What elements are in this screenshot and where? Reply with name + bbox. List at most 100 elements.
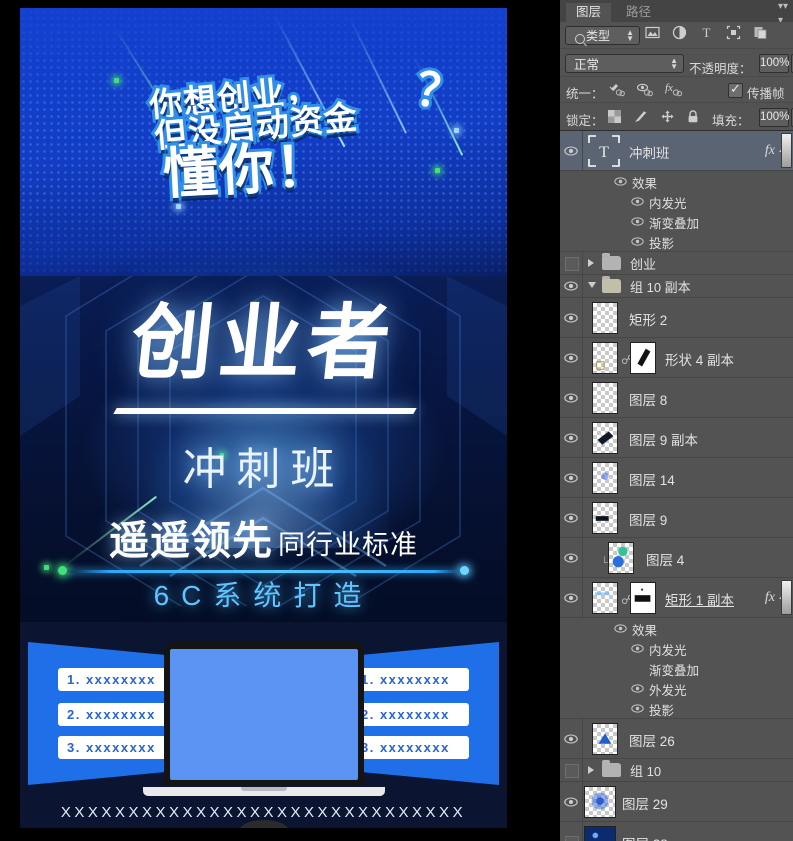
eye-icon[interactable] (564, 512, 578, 523)
layer-row-tuceng8[interactable]: 图层 8 (560, 378, 793, 418)
type-filter-icon[interactable]: T (699, 25, 714, 40)
effect-row-drop-shadow[interactable]: 投影 (560, 231, 793, 252)
layer-row-juxing2[interactable]: 矩形 2 (560, 298, 793, 338)
effect-row-inner-glow-2[interactable]: 内发光 (560, 638, 793, 658)
eye-icon[interactable] (631, 237, 644, 246)
visibility-cell[interactable] (560, 418, 583, 457)
lock-transparency-icon[interactable] (608, 110, 621, 126)
shape-filter-icon[interactable] (726, 25, 741, 40)
layer-row-juxing1-fuben[interactable]: ☍ 矩形 1 副本 fx (560, 578, 793, 618)
visibility-cell[interactable] (560, 458, 583, 497)
eye-icon[interactable] (564, 281, 578, 291)
layer-row-tuceng14[interactable]: 图层 14 (560, 458, 793, 498)
effect-row-inner-glow[interactable]: 内发光 (560, 191, 793, 211)
layer-thumbnail (592, 381, 618, 414)
unify-position-icon[interactable] (608, 82, 625, 100)
effect-row-gradient-overlay-2[interactable]: 渐变叠加 (560, 658, 793, 678)
eye-icon[interactable] (631, 197, 644, 206)
layer-row-chongcibon[interactable]: T 冲刺班 fx (560, 131, 793, 171)
poster-lead-second: 6C系统打造 (153, 580, 374, 611)
lock-position-icon[interactable] (661, 110, 674, 126)
fill-label: 填充： (712, 114, 750, 128)
layer-row-tuceng29[interactable]: 图层 29 (560, 782, 793, 822)
smartobject-filter-icon[interactable] (753, 25, 768, 40)
tab-paths[interactable]: 路径 (616, 3, 661, 22)
eye-icon[interactable] (564, 472, 578, 483)
eye-icon[interactable] (631, 644, 644, 653)
visibility-cell[interactable] (560, 498, 583, 537)
eye-icon[interactable] (564, 312, 578, 323)
visibility-cell[interactable] (560, 538, 583, 577)
effect-row-outer-glow[interactable]: 外发光 (560, 678, 793, 698)
effects-label: 效果 (632, 624, 658, 638)
eye-icon[interactable] (614, 177, 627, 186)
layer-row-group-zu10[interactable]: 组 10 (560, 759, 793, 782)
unify-visibility-icon[interactable] (636, 82, 653, 100)
effects-header-row[interactable]: 效果 (560, 171, 793, 191)
eye-icon[interactable] (564, 352, 578, 363)
blend-mode-select[interactable]: 正常 ▲ ▼ (565, 54, 684, 73)
layer-list-scrollbar-thumb[interactable] (781, 133, 792, 168)
layer-row-tuceng4[interactable]: ∟ 图层 4 (560, 538, 793, 578)
layer-row-tuceng9-fuben[interactable]: 图层 9 副本 (560, 418, 793, 458)
eye-off-icon[interactable] (565, 764, 579, 778)
eye-off-icon[interactable] (565, 835, 579, 841)
layer-row-tuceng26[interactable]: 图层 26 (560, 719, 793, 759)
effects-header-row[interactable]: 效果 (560, 618, 793, 638)
eye-icon[interactable] (564, 796, 578, 807)
visibility-cell[interactable] (560, 298, 583, 337)
tab-layers[interactable]: 图层 (566, 3, 612, 22)
filter-type-select[interactable]: 类型 ▲ ▼ (565, 26, 640, 45)
effect-row-gradient-overlay[interactable]: 渐变叠加 (560, 211, 793, 231)
layer-row-group-zu10-fuben[interactable]: 组 10 副本 (560, 275, 793, 298)
layer-row-group-chuangye[interactable]: 创业 (560, 252, 793, 275)
visibility-cell[interactable] (560, 782, 583, 821)
layer-row-tuceng9[interactable]: 图层 9 (560, 498, 793, 538)
eye-icon[interactable] (631, 704, 644, 713)
pixel-filter-icon[interactable] (645, 25, 660, 40)
layer-thumbnail (584, 825, 616, 841)
unify-row: 统一： fx ✓ 传播帧 (560, 77, 793, 103)
check-icon: ✓ (730, 81, 741, 96)
eye-icon[interactable] (564, 592, 578, 603)
visibility-cell[interactable] (560, 275, 583, 297)
visibility-cell[interactable] (560, 131, 583, 170)
eye-icon[interactable] (631, 217, 644, 226)
propagate-frames-checkbox[interactable]: ✓ (728, 81, 743, 98)
visibility-cell[interactable] (560, 759, 583, 781)
eye-icon[interactable] (564, 145, 578, 156)
visibility-cell[interactable] (560, 378, 583, 417)
eye-icon[interactable] (564, 392, 578, 403)
poster-lead-divider (62, 570, 467, 573)
layer-fx-icon[interactable]: fx (765, 143, 775, 159)
layer-list-scrollbar-thumb[interactable] (781, 580, 792, 615)
chevron-down-icon[interactable] (588, 282, 596, 288)
eye-icon[interactable] (614, 624, 627, 633)
layer-name: 图层 14 (629, 472, 675, 488)
poster-sub-title: 冲刺班 (182, 445, 345, 494)
layer-fx-icon[interactable]: fx (765, 590, 775, 606)
adjustment-filter-icon[interactable] (672, 25, 687, 40)
effect-row-drop-shadow-2[interactable]: 投影 (560, 698, 793, 719)
eye-icon[interactable] (564, 552, 578, 563)
layer-list[interactable]: T 冲刺班 fx 效果 内发光 渐变叠加 投影 创业 组 10 副本 矩形 2 … (560, 131, 793, 841)
layer-row-tuceng28[interactable]: 图层 28 (560, 822, 793, 841)
eye-icon[interactable] (564, 733, 578, 744)
chevron-right-icon[interactable] (588, 766, 594, 774)
eye-icon[interactable] (631, 684, 644, 693)
eye-icon[interactable] (564, 432, 578, 443)
visibility-cell[interactable] (560, 719, 583, 758)
eye-off-icon[interactable] (565, 257, 579, 271)
poster-bottom-block: 1. xxxxxxxx 2. xxxxxxxx 3. xxxxxxxx 1. x… (20, 622, 507, 828)
visibility-cell[interactable] (560, 578, 583, 617)
layer-row-xingzhuang4-fuben[interactable]: ☍ 形状 4 副本 (560, 338, 793, 378)
visibility-cell[interactable] (560, 252, 583, 274)
unify-style-icon[interactable]: fx (664, 82, 683, 100)
visibility-cell[interactable] (560, 822, 583, 841)
lock-all-icon[interactable] (687, 110, 699, 126)
fill-value[interactable]: 100% (759, 108, 789, 127)
chevron-right-icon[interactable] (588, 259, 594, 267)
visibility-cell[interactable] (560, 338, 583, 377)
lock-image-icon[interactable] (634, 110, 648, 126)
opacity-value[interactable]: 100% (759, 54, 789, 73)
